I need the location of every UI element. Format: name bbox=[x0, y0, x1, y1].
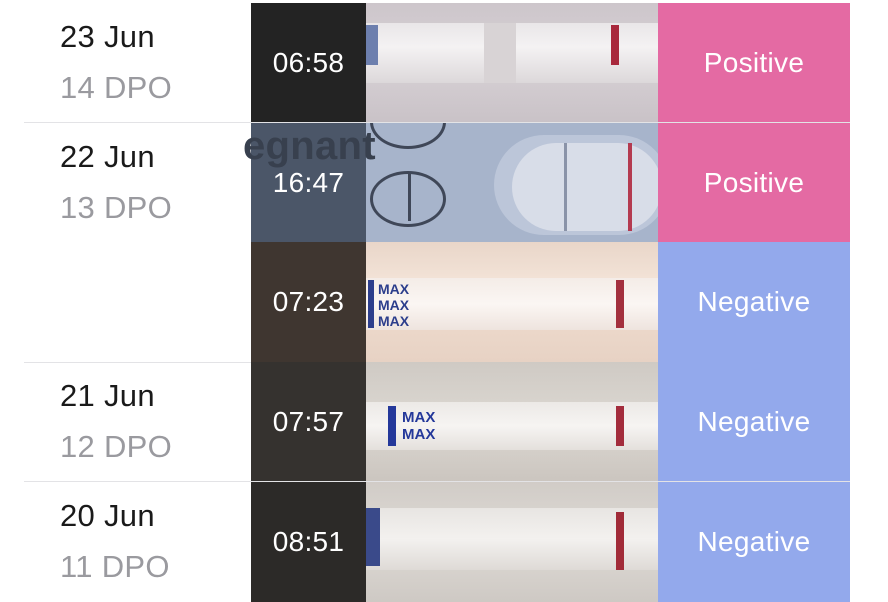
date-column: 20 Jun 11 DPO bbox=[60, 496, 240, 587]
max-label: MAX bbox=[402, 409, 436, 426]
test-line bbox=[616, 406, 624, 446]
test-strip bbox=[366, 508, 658, 570]
entry-date: 20 Jun bbox=[60, 498, 155, 533]
test-entry[interactable]: 07:23 MAX MAX MAX Negative bbox=[0, 242, 888, 362]
max-label: MAX bbox=[402, 426, 436, 443]
max-label: MAX bbox=[378, 297, 410, 313]
entry-dpo: 11 DPO bbox=[60, 549, 170, 584]
max-label: MAX bbox=[378, 281, 410, 297]
test-photo[interactable] bbox=[366, 3, 658, 123]
entry-date: 23 Jun bbox=[60, 19, 155, 54]
result-badge: Negative bbox=[658, 482, 850, 602]
entry-time: 16:47 egnant bbox=[243, 123, 376, 243]
entry-dpo: 14 DPO bbox=[60, 70, 173, 105]
max-arrow-marker bbox=[388, 406, 396, 446]
entry-time: 06:58 bbox=[251, 3, 366, 123]
max-label: MAX bbox=[378, 313, 410, 329]
test-entry[interactable]: 21 Jun 12 DPO 07:57 MAX MAX Negative bbox=[0, 362, 888, 482]
test-photo[interactable]: MAX MAX bbox=[366, 362, 658, 482]
window-mark bbox=[484, 23, 516, 83]
result-badge: Positive bbox=[658, 123, 850, 243]
result-badge: Negative bbox=[658, 242, 850, 362]
date-column bbox=[60, 256, 240, 267]
control-circle-icon bbox=[370, 123, 446, 149]
date-column: 23 Jun 14 DPO bbox=[60, 17, 240, 108]
time-label: 16:47 bbox=[272, 167, 345, 198]
entry-date: 21 Jun bbox=[60, 378, 155, 413]
test-entry[interactable]: 20 Jun 11 DPO 08:51 Negative bbox=[0, 482, 888, 602]
control-divider bbox=[408, 173, 411, 221]
test-line bbox=[616, 512, 624, 570]
max-arrow-marker bbox=[366, 508, 380, 566]
test-log-list: 23 Jun 14 DPO 06:58 Positive 22 Jun 13 D… bbox=[0, 0, 888, 602]
entry-dpo: 12 DPO bbox=[60, 429, 173, 464]
entry-dpo: 13 DPO bbox=[60, 190, 173, 225]
date-column: 22 Jun 13 DPO bbox=[60, 137, 240, 228]
test-photo[interactable] bbox=[366, 482, 658, 602]
entry-time: 07:23 bbox=[251, 242, 366, 362]
test-line bbox=[616, 280, 624, 328]
entry-time: 08:51 bbox=[251, 482, 366, 602]
max-arrow-marker bbox=[368, 280, 374, 328]
entry-date: 22 Jun bbox=[60, 139, 155, 174]
test-entry[interactable]: 22 Jun 13 DPO 16:47 egnant Positive bbox=[0, 123, 888, 243]
test-entry[interactable]: 23 Jun 14 DPO 06:58 Positive bbox=[0, 3, 888, 123]
brand-mark bbox=[366, 25, 378, 65]
control-line bbox=[564, 143, 567, 231]
test-line bbox=[628, 143, 632, 231]
date-column: 21 Jun 12 DPO bbox=[60, 376, 240, 467]
test-line bbox=[611, 25, 619, 65]
result-window-inner bbox=[512, 143, 658, 231]
entry-time: 07:57 bbox=[251, 362, 366, 482]
result-badge: Negative bbox=[658, 362, 850, 482]
result-badge: Positive bbox=[658, 3, 850, 123]
test-strip bbox=[366, 278, 658, 330]
test-photo[interactable] bbox=[366, 123, 658, 243]
test-photo[interactable]: MAX MAX MAX bbox=[366, 242, 658, 362]
brand-fragment: egnant bbox=[243, 124, 376, 168]
